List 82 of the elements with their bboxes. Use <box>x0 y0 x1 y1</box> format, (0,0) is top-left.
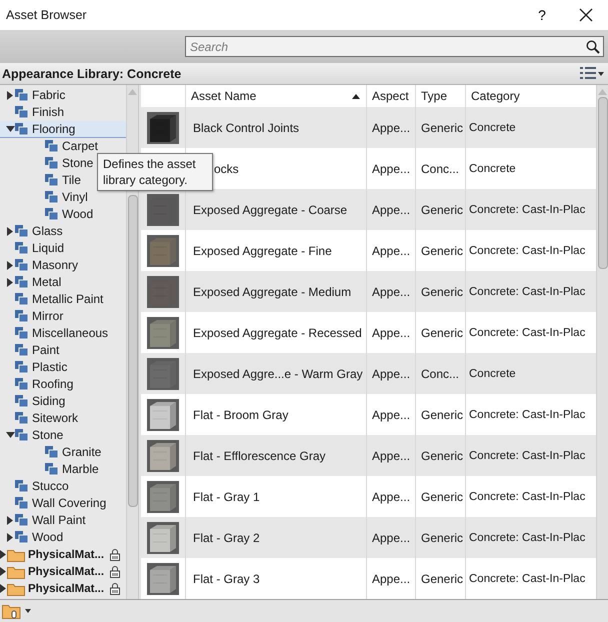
category-icon <box>45 463 58 475</box>
folder-icon <box>7 582 25 596</box>
expand-arrow-icon[interactable] <box>7 260 13 270</box>
library-menu-button[interactable] <box>0 603 33 619</box>
search-icon[interactable] <box>586 40 600 54</box>
category-icon <box>45 191 58 203</box>
category-icon <box>15 395 28 407</box>
category-icon <box>45 174 58 186</box>
window-title: Asset Browser <box>6 8 88 22</box>
tree-item[interactable]: Wood <box>0 206 126 223</box>
collapse-arrow-icon[interactable] <box>6 432 14 438</box>
folder-icon <box>7 548 25 562</box>
category-icon <box>15 106 28 118</box>
category-icon <box>15 89 28 101</box>
expand-arrow-icon[interactable] <box>7 516 13 524</box>
tree-item[interactable]: Plastic <box>0 359 126 376</box>
tree-item[interactable]: Glass <box>0 223 126 240</box>
help-button[interactable]: ? <box>520 0 564 30</box>
tree-item[interactable]: Wall Covering <box>0 495 126 512</box>
caret-icon[interactable] <box>598 72 604 76</box>
category-icon <box>15 259 28 271</box>
expand-arrow-icon[interactable] <box>7 90 13 100</box>
category-icon <box>15 123 28 135</box>
expand-arrow-icon[interactable] <box>0 567 6 576</box>
tree-item[interactable]: Masonry <box>0 257 126 274</box>
tree-item[interactable]: Miscellaneous <box>0 325 126 342</box>
category-icon <box>15 310 28 322</box>
category-icon <box>15 378 28 390</box>
expand-arrow-icon[interactable] <box>0 550 6 559</box>
category-icon <box>15 327 28 339</box>
category-icon <box>45 446 58 458</box>
expand-arrow-icon[interactable] <box>0 584 6 593</box>
tree-item[interactable]: Wood <box>0 529 126 546</box>
category-icon <box>15 429 28 441</box>
tree-item[interactable]: Granite <box>0 444 126 461</box>
category-icon <box>15 276 28 288</box>
category-icon <box>15 514 28 526</box>
tree-item[interactable]: Siding <box>0 393 126 410</box>
tree-item[interactable]: Stucco <box>0 478 126 495</box>
tree-item[interactable]: Mirror <box>0 308 126 325</box>
tree-item[interactable]: Fabric <box>0 87 126 104</box>
tree-item[interactable]: Marble <box>0 461 126 478</box>
category-icon <box>15 412 28 424</box>
collapse-arrow-icon[interactable] <box>6 126 14 132</box>
category-icon <box>15 225 28 237</box>
category-icon <box>45 140 58 152</box>
search-field[interactable]: Search <box>185 36 604 57</box>
expand-arrow-icon[interactable] <box>7 532 13 542</box>
tree-item[interactable]: Carpet <box>0 138 126 155</box>
folder-icon[interactable] <box>2 603 22 619</box>
expand-arrow-icon[interactable] <box>7 278 13 286</box>
tree-item[interactable]: Stone <box>0 427 126 444</box>
sort-ascending-icon <box>352 94 360 98</box>
category-icon <box>15 361 28 373</box>
tree-item[interactable]: Metal <box>0 274 126 291</box>
tree-item[interactable]: Finish <box>0 104 126 121</box>
library-item[interactable]: PhysicalMat... <box>0 563 126 580</box>
category-icon <box>15 242 28 254</box>
folder-icon <box>7 564 25 578</box>
close-icon[interactable] <box>579 8 593 22</box>
library-title: Appearance Library: Concrete <box>2 66 182 80</box>
category-icon <box>45 157 58 169</box>
caret-icon[interactable] <box>25 609 31 613</box>
tooltip: Defines the asset library category. <box>97 153 213 191</box>
tree-item[interactable]: Vinyl <box>0 189 126 206</box>
library-item[interactable]: PhysicalMat... <box>0 580 126 597</box>
list-view-icon[interactable] <box>580 67 596 80</box>
category-icon <box>45 208 58 220</box>
category-icon <box>15 293 28 305</box>
tree-item[interactable]: Wall Paint <box>0 512 126 529</box>
category-icon <box>15 497 28 509</box>
tree-item[interactable]: Roofing <box>0 376 126 393</box>
tree-item[interactable]: Sitework <box>0 410 126 427</box>
tree-item[interactable]: Metallic Paint <box>0 291 126 308</box>
library-item[interactable]: PhysicalMat... <box>0 546 126 563</box>
tree-item[interactable]: Paint <box>0 342 126 359</box>
category-icon <box>15 344 28 356</box>
expand-arrow-icon[interactable] <box>7 226 13 236</box>
tree-item[interactable]: Liquid <box>0 240 126 257</box>
category-icon <box>15 480 28 492</box>
tree-item[interactable]: Flooring <box>0 121 126 138</box>
category-icon <box>15 531 28 543</box>
